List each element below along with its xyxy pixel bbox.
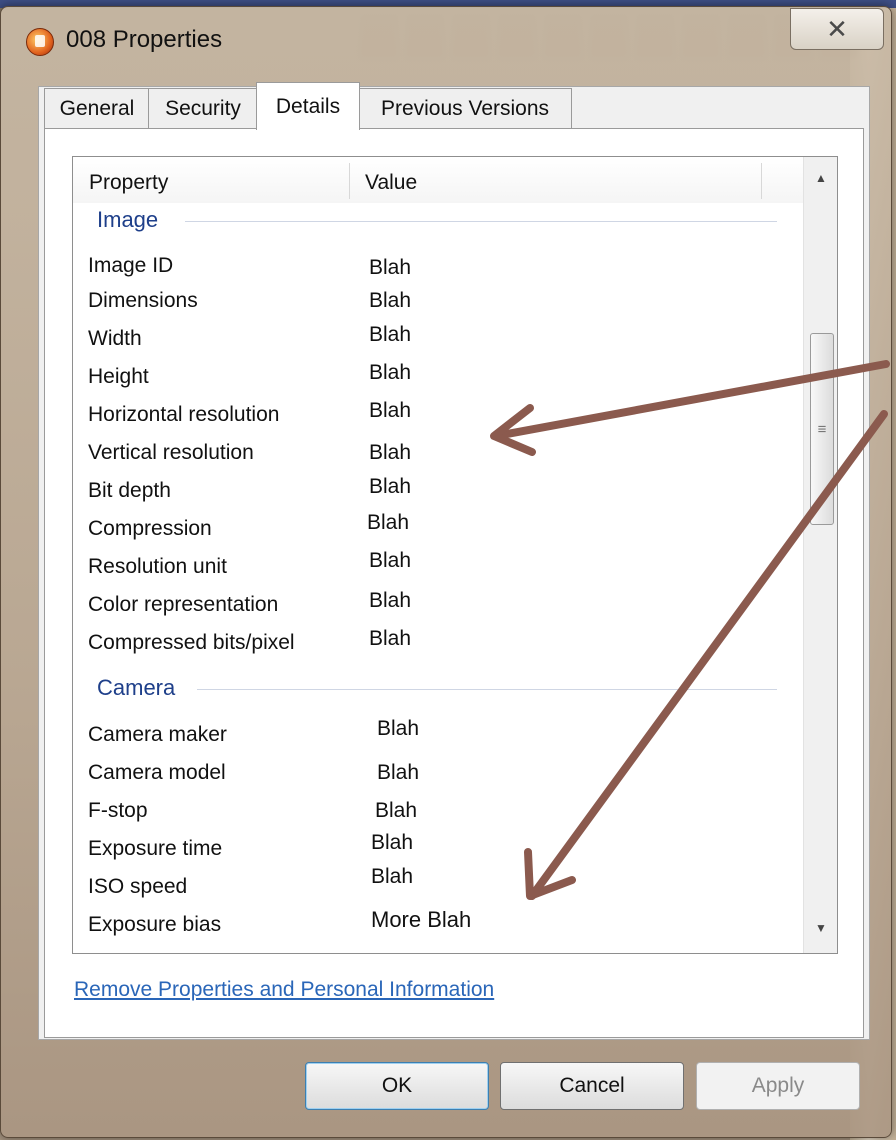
property-name: Width [88,327,142,350]
list-item[interactable]: Width Blah [73,323,793,365]
property-name: Resolution unit [88,555,227,578]
property-value: Blah [369,289,412,312]
column-divider[interactable] [349,163,350,199]
list-item[interactable]: Camera model Blah [73,761,793,799]
property-name: Compressed bits/pixel [88,631,295,654]
group-divider [185,221,777,222]
property-name: Camera maker [88,723,227,746]
property-name: Horizontal resolution [88,403,280,426]
property-value: Blah [367,511,410,534]
list-item[interactable]: Exposure time Blah [73,831,793,875]
scroll-up-arrow-icon[interactable]: ▲ [804,161,837,195]
column-divider[interactable] [761,163,762,199]
property-value: Blah [369,475,412,498]
property-name: Camera model [88,761,226,784]
tab-previous-versions[interactable]: Previous Versions [358,88,572,129]
property-value: Blah [369,256,412,279]
window-title: 008 Properties [66,26,223,53]
list-item[interactable]: F-stop Blah [73,799,793,837]
property-name: Exposure bias [88,913,222,936]
properties-list[interactable]: Property Value Image Image ID Blah Dimen… [72,156,838,954]
property-value: Blah [369,399,412,422]
list-item[interactable]: Image ID Blah [73,254,793,292]
property-value: Blah [369,441,412,464]
property-name: Image ID [88,254,174,277]
property-name: Vertical resolution [88,441,254,464]
property-value: Blah [377,761,420,784]
cancel-button[interactable]: Cancel [500,1062,684,1110]
ok-button[interactable]: OK [305,1062,489,1110]
property-name: F-stop [88,799,148,822]
list-item[interactable]: Compression Blah [73,511,793,555]
file-icon [26,28,54,56]
tab-general[interactable]: General [44,88,150,129]
property-name: Exposure time [88,837,223,860]
remove-properties-link[interactable]: Remove Properties and Personal Informati… [74,978,494,1002]
group-label-image: Image [97,207,159,232]
scrollbar-thumb[interactable]: ≡ [810,333,834,525]
list-item[interactable]: Vertical resolution Blah [73,441,793,479]
property-name: ISO speed [88,875,188,898]
close-button[interactable]: ✕ [790,8,884,50]
column-header-property[interactable]: Property [89,171,168,195]
property-name: Bit depth [88,479,171,502]
apply-button[interactable]: Apply [696,1062,860,1110]
group-divider [197,689,777,690]
column-header-value[interactable]: Value [365,171,417,195]
list-item[interactable]: Resolution unit Blah [73,549,793,593]
scroll-down-arrow-icon[interactable]: ▼ [804,911,837,945]
property-value: More Blah [371,907,472,932]
property-value: Blah [371,865,414,888]
list-header: Property Value [73,157,803,203]
list-item[interactable]: Height Blah [73,361,793,403]
property-name: Color representation [88,593,279,616]
list-item[interactable]: Horizontal resolution Blah [73,399,793,441]
list-item[interactable]: Camera maker Blah [73,717,793,761]
vertical-scrollbar[interactable]: ▲ ≡ ▼ [803,157,837,953]
tab-details[interactable]: Details [256,82,360,130]
property-value: Blah [369,589,412,612]
property-name: Height [88,365,149,388]
property-value: Blah [369,627,412,650]
list-item[interactable]: Compressed bits/pixel Blah [73,627,793,669]
property-name: Dimensions [88,289,198,312]
property-value: Blah [377,717,420,740]
list-item[interactable]: Bit depth Blah [73,475,793,517]
grip-icon: ≡ [817,420,827,438]
property-value: Blah [369,361,412,384]
property-value: Blah [375,799,418,822]
property-value: Blah [369,549,412,572]
property-value: Blah [371,831,414,854]
list-item[interactable]: Color representation Blah [73,589,793,631]
list-item[interactable]: Dimensions Blah [73,289,793,327]
list-item[interactable]: Exposure bias More Blah [73,907,793,951]
property-value: Blah [369,323,412,346]
tab-security[interactable]: Security [148,88,258,129]
property-name: Compression [88,517,212,540]
group-label-camera: Camera [97,675,176,700]
